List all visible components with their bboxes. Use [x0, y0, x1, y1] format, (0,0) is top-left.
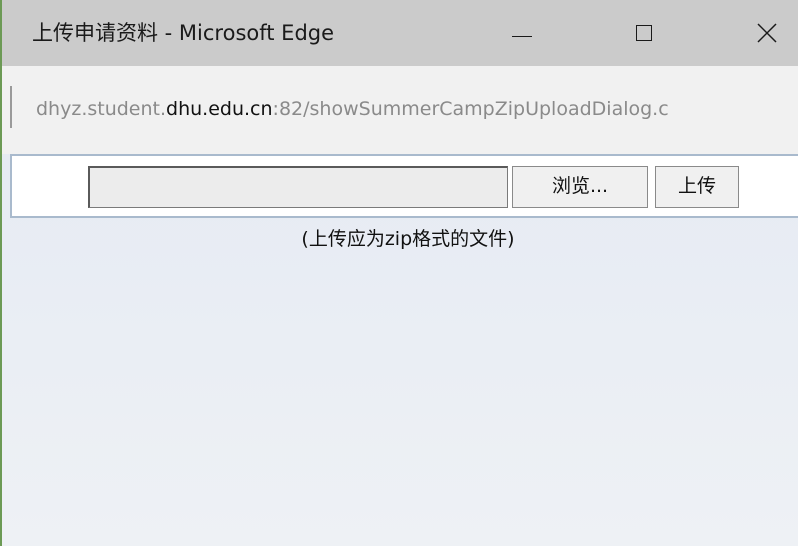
title-bar[interactable]: 上传申请资料 - Microsoft Edge [2, 0, 798, 66]
file-path-input[interactable] [88, 166, 508, 208]
upload-hint: (上传应为zip格式的文件) [301, 228, 515, 250]
close-icon [757, 23, 777, 43]
dialog-content: 浏览... 上传 (上传应为zip格式的文件) [2, 154, 798, 546]
maximize-button[interactable] [614, 0, 676, 66]
url-host: dhu.edu.cn [166, 98, 273, 120]
close-button[interactable] [736, 0, 798, 66]
browse-button[interactable]: 浏览... [512, 166, 648, 208]
url-text[interactable]: dhyz.student.dhu.edu.cn:82/showSummerCam… [36, 66, 796, 154]
url-prefix: dhyz.student. [36, 98, 167, 120]
upload-button[interactable]: 上传 [655, 166, 739, 208]
minimize-button[interactable] [491, 0, 553, 66]
address-bar[interactable]: dhyz.student.dhu.edu.cn:82/showSummerCam… [2, 66, 798, 154]
url-suffix: :82/showSummerCampZipUploadDialog.c [272, 98, 669, 120]
minimize-icon [512, 36, 532, 37]
upload-form: 浏览... 上传 [10, 154, 798, 218]
maximize-icon [636, 25, 652, 41]
address-separator [10, 86, 12, 128]
window-title: 上传申请资料 - Microsoft Edge [32, 21, 335, 45]
edge-dialog-window: 上传申请资料 - Microsoft Edge dhyz.student.dhu… [0, 0, 798, 546]
